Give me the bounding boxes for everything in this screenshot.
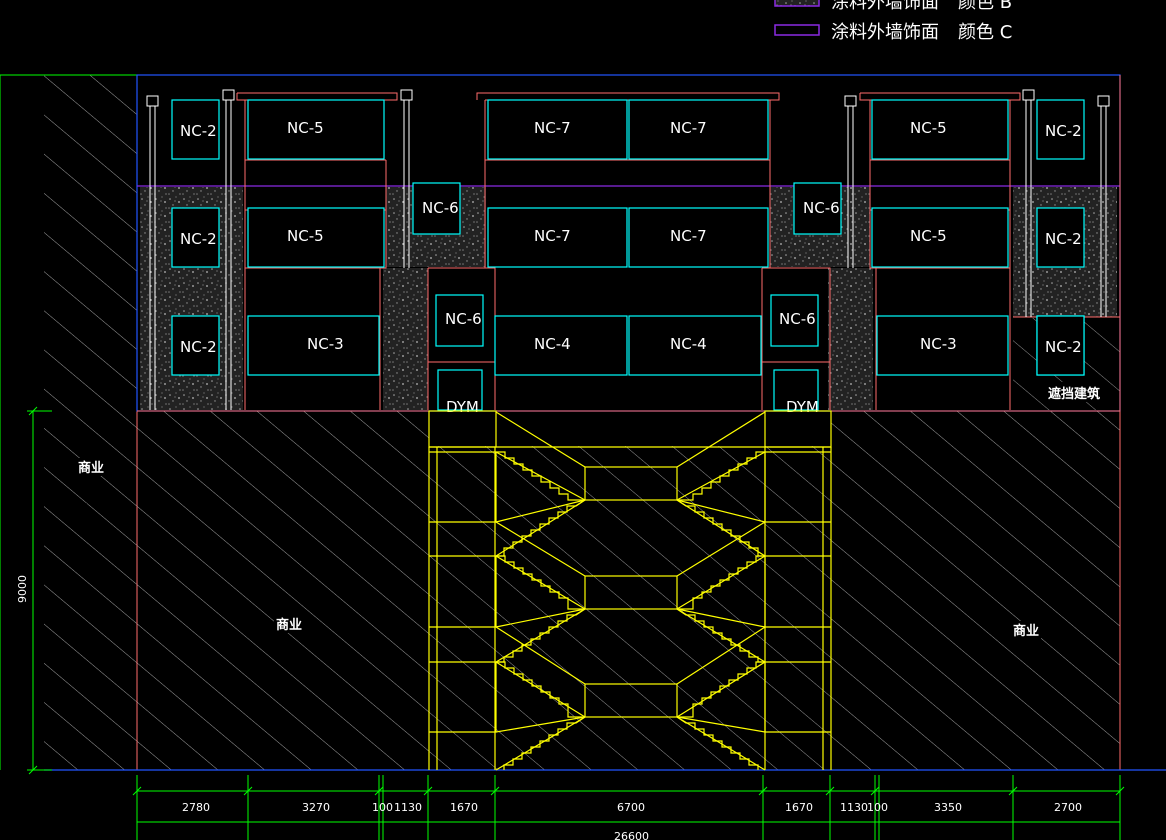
window-label: NC-3 — [307, 335, 344, 353]
dimension-segment: 100 — [867, 801, 888, 814]
dimension-segment: 2780 — [182, 801, 210, 814]
legend-swatch-b — [774, 0, 820, 7]
dimension-segment: 1130 — [394, 801, 422, 814]
dimension-segment: 1670 — [450, 801, 478, 814]
window-label: DYM — [786, 398, 819, 416]
window-label: NC-2 — [180, 122, 217, 140]
height-dimension-text: 9000 — [16, 575, 29, 603]
legend-row2-color: 颜色 C — [958, 22, 1012, 43]
window-label: NC-4 — [534, 335, 571, 353]
windows — [171, 99, 1085, 411]
window-label: NC-6 — [803, 199, 840, 217]
blocking-label: 遮挡建筑 — [1048, 386, 1100, 402]
dimension-segment: 6700 — [617, 801, 645, 814]
dimension-segment: 3270 — [302, 801, 330, 814]
legend-swatch-c — [774, 24, 820, 36]
window-label: NC-5 — [910, 119, 947, 137]
window-label: NC-6 — [445, 310, 482, 328]
legend: 涂料外墙饰面 颜色 B 涂料外墙饰面 颜色 C — [774, 0, 1012, 43]
dimension-segment: 1130 — [840, 801, 868, 814]
window-label: NC-4 — [670, 335, 707, 353]
elevation-drawing: 涂料外墙饰面 颜色 B 涂料外墙饰面 颜色 C NC-2 NC-2 NC-2 N… — [0, 0, 1166, 840]
window-label: NC-2 — [1045, 338, 1082, 356]
dimension-total: 26600 — [614, 830, 649, 840]
window-label: NC-5 — [287, 227, 324, 245]
window-label: NC-3 — [920, 335, 957, 353]
window-label: NC-7 — [670, 119, 707, 137]
legend-row2-name: 涂料外墙饰面 — [831, 22, 939, 43]
window-label: NC-5 — [910, 227, 947, 245]
dimension-segment: 3350 — [934, 801, 962, 814]
legend-row1-color: 颜色 B — [958, 0, 1012, 13]
window-label: NC-6 — [422, 199, 459, 217]
left-neighbour — [0, 74, 138, 770]
window-label: NC-2 — [180, 338, 217, 356]
window-label: NC-5 — [287, 119, 324, 137]
commerce-label-mid: 商业 — [276, 617, 302, 633]
dimension-segment: 2700 — [1054, 801, 1082, 814]
commerce-label-right: 商业 — [1013, 623, 1039, 639]
window-label: NC-7 — [534, 227, 571, 245]
dimension-segment: 100 — [372, 801, 393, 814]
window-label: NC-2 — [1045, 230, 1082, 248]
window-label: NC-2 — [180, 230, 217, 248]
window-label: NC-2 — [1045, 122, 1082, 140]
legend-row1-name: 涂料外墙饰面 — [831, 0, 939, 13]
commerce-label-left: 商业 — [78, 460, 104, 476]
blocking-building: 遮挡建筑 — [1013, 315, 1120, 410]
dimension-segment: 1670 — [785, 801, 813, 814]
commercial-podium: 商业 商业 商业 — [44, 75, 1166, 771]
bottom-dimensions: 2780 3270 100 1130 1670 6700 1670 1130 1… — [132, 775, 1125, 840]
window-label: NC-7 — [670, 227, 707, 245]
window-label: DYM — [446, 398, 479, 416]
window-label: NC-6 — [779, 310, 816, 328]
window-label: NC-7 — [534, 119, 571, 137]
